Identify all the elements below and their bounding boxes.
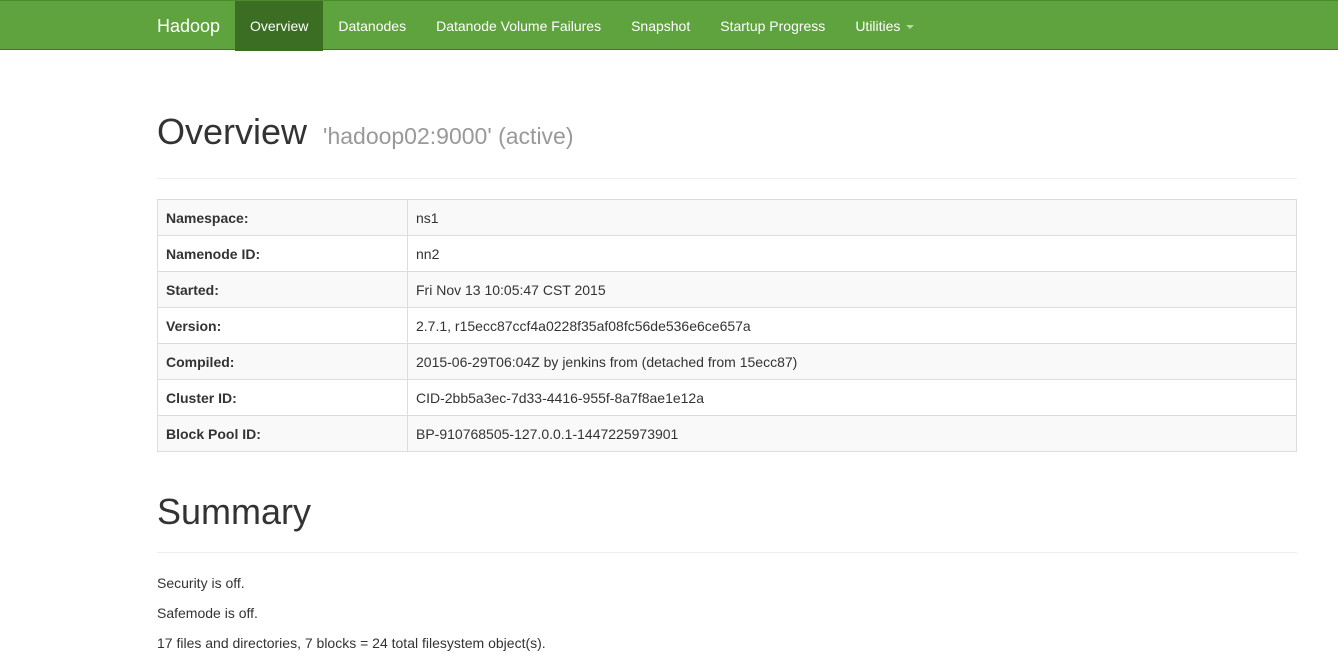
nav-menu: Overview Datanodes Datanode Volume Failu… [235, 1, 929, 51]
caret-down-icon [906, 25, 915, 30]
row-key: Version: [157, 307, 408, 344]
table-row: Started: Fri Nov 13 10:05:47 CST 2015 [157, 271, 1297, 308]
row-value: CID-2bb5a3ec-7d33-4416-955f-8a7f8ae1e12a [407, 379, 1297, 416]
overview-table: Namespace: ns1 Namenode ID: nn2 Started:… [157, 199, 1297, 452]
table-row: Block Pool ID: BP-910768505-127.0.0.1-14… [157, 415, 1297, 452]
row-key: Namenode ID: [157, 235, 408, 272]
row-value: 2.7.1, r15ecc87ccf4a0228f35af08fc56de536… [407, 307, 1297, 344]
nav-item-datanodes[interactable]: Datanodes [323, 1, 421, 51]
row-value: Fri Nov 13 10:05:47 CST 2015 [407, 271, 1297, 308]
table-row: Compiled: 2015-06-29T06:04Z by jenkins f… [157, 343, 1297, 380]
nav-item-overview[interactable]: Overview [235, 1, 324, 51]
row-value: 2015-06-29T06:04Z by jenkins from (detac… [407, 343, 1297, 380]
nav-item-label: Startup Progress [720, 18, 826, 34]
overview-title: Overview [157, 111, 308, 152]
nav-item-datanode-volume-failures[interactable]: Datanode Volume Failures [421, 1, 616, 51]
summary-section: Security is off. Safemode is off. 17 fil… [157, 568, 1297, 658]
nav-item-label: Overview [250, 18, 309, 34]
row-key: Namespace: [157, 199, 408, 236]
nav-item-utilities[interactable]: Utilities [840, 1, 929, 51]
row-key: Compiled: [157, 343, 408, 380]
top-navbar: Hadoop Overview Datanodes Datanode Volum… [0, 0, 1338, 51]
summary-header: Summary [157, 490, 1297, 553]
row-key: Started: [157, 271, 408, 308]
page-title: Overview 'hadoop02:9000' (active) [157, 108, 1297, 160]
table-row: Version: 2.7.1, r15ecc87ccf4a0228f35af08… [157, 307, 1297, 344]
overview-subtitle: 'hadoop02:9000' (active) [323, 123, 574, 149]
row-value: ns1 [407, 199, 1297, 236]
table-row: Cluster ID: CID-2bb5a3ec-7d33-4416-955f-… [157, 379, 1297, 416]
summary-title: Summary [157, 491, 312, 532]
row-value: nn2 [407, 235, 1297, 272]
security-status: Security is off. [157, 575, 245, 591]
nav-item-label: Datanode Volume Failures [436, 18, 602, 34]
nav-item-startup-progress[interactable]: Startup Progress [705, 1, 840, 51]
table-row: Namenode ID: nn2 [157, 235, 1297, 272]
row-value: BP-910768505-127.0.0.1-1447225973901 [407, 415, 1297, 452]
safemode-status: Safemode is off. [157, 605, 258, 621]
filesystem-objects-count: 17 files and directories, 7 blocks = 24 … [157, 635, 546, 651]
row-key: Cluster ID: [157, 379, 408, 416]
nav-item-snapshot[interactable]: Snapshot [616, 1, 705, 51]
table-row: Namespace: ns1 [157, 199, 1297, 236]
nav-item-label: Datanodes [338, 18, 407, 34]
nav-item-label: Utilities [855, 18, 901, 34]
nav-item-label: Snapshot [631, 18, 691, 34]
main-content: Overview 'hadoop02:9000' (active) Namesp… [157, 50, 1297, 658]
brand-link[interactable]: Hadoop [157, 1, 220, 51]
row-key: Block Pool ID: [157, 415, 408, 452]
overview-header: Overview 'hadoop02:9000' (active) [157, 108, 1297, 179]
